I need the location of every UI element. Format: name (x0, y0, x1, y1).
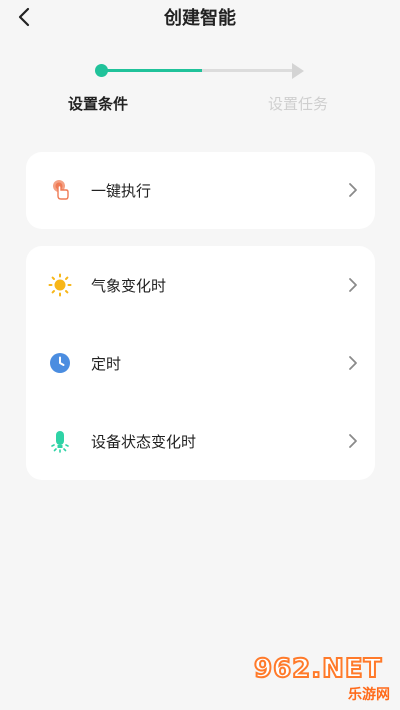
step-progress-active (106, 69, 202, 72)
header: 创建智能 (0, 0, 400, 34)
chevron-right-icon (349, 278, 357, 292)
list-item-label: 一键执行 (91, 182, 152, 200)
list-item-label: 设备状态变化时 (91, 433, 197, 451)
list-item-device-state[interactable]: 设备状态变化时 (26, 403, 375, 480)
step-arrow-icon (292, 63, 304, 79)
sun-icon (48, 273, 72, 297)
chevron-right-icon (349, 183, 357, 197)
page-title: 创建智能 (164, 8, 236, 29)
chevron-right-icon (349, 434, 357, 448)
list-item-timer[interactable]: 定时 (26, 325, 375, 402)
step-progress-inactive (202, 69, 294, 72)
watermark-logo-text: 962.NET (253, 653, 383, 685)
device-bulb-icon (48, 429, 72, 453)
list-item-weather[interactable]: 气象变化时 (26, 247, 375, 324)
clock-icon (48, 351, 72, 375)
list-item-label: 气象变化时 (91, 277, 167, 295)
stepper: 设置条件 设置任务 (0, 56, 400, 116)
watermark-logo: 962.NET 乐游网 (253, 653, 394, 704)
list-item-one-tap[interactable]: 一键执行 (26, 152, 375, 229)
list-item-label: 定时 (91, 355, 122, 373)
watermark-subtitle: 乐游网 (348, 687, 390, 703)
step-label-conditions: 设置条件 (68, 95, 129, 113)
step-label-tasks: 设置任务 (268, 95, 329, 113)
conditions-card: 气象变化时 定时 设备状态变化时 (26, 246, 375, 480)
one-tap-card: 一键执行 (26, 152, 375, 229)
chevron-right-icon (349, 356, 357, 370)
tap-hand-icon (48, 178, 72, 202)
